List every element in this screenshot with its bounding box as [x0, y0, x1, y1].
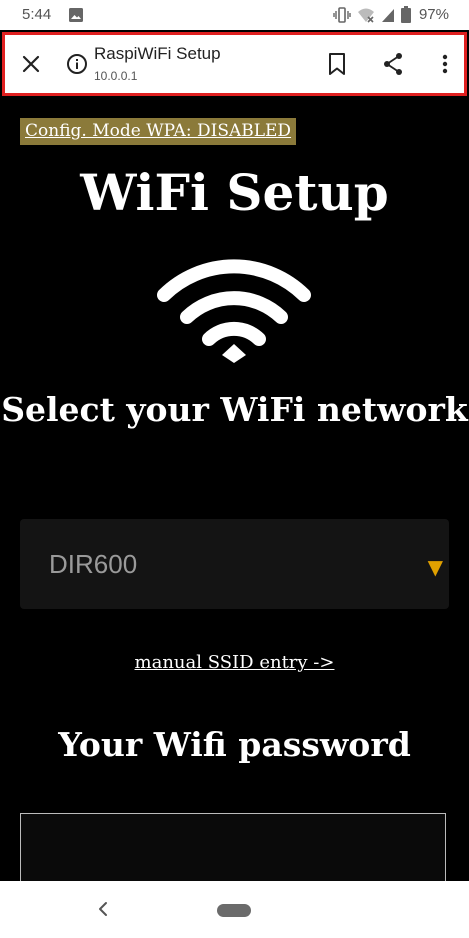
- url-label: 10.0.0.1: [94, 69, 138, 83]
- close-icon[interactable]: [19, 52, 43, 76]
- bookmark-icon[interactable]: [325, 51, 349, 77]
- status-icons: 97%: [333, 6, 449, 23]
- network-select[interactable]: DIR600 ▼: [20, 519, 449, 609]
- screen: 5:44 97% RaspiWiFi Setup 10.0.0.1 Config…: [0, 0, 469, 938]
- password-heading: Your Wifi password: [58, 725, 411, 764]
- vibrate-icon: [333, 6, 351, 23]
- more-vert-icon[interactable]: [433, 51, 457, 77]
- signal-icon: [381, 8, 394, 22]
- share-icon[interactable]: [381, 51, 405, 77]
- select-network-heading: Select your WiFi network: [1, 390, 468, 429]
- home-pill-icon[interactable]: [217, 904, 251, 917]
- status-time: 5:44: [22, 6, 52, 23]
- wifi-off-icon: [357, 8, 374, 23]
- status-bar: 5:44 97%: [0, 0, 469, 30]
- navigation-bar: [0, 881, 469, 938]
- browser-toolbar: RaspiWiFi Setup 10.0.0.1: [2, 32, 467, 96]
- battery-percent: 97%: [418, 6, 449, 23]
- page-title-label: RaspiWiFi Setup: [94, 44, 221, 63]
- photo-icon: [69, 8, 83, 22]
- dropdown-arrow-icon: ▼: [427, 555, 443, 579]
- back-icon[interactable]: [95, 899, 113, 919]
- battery-icon: [400, 6, 411, 23]
- manual-ssid-link[interactable]: manual SSID entry ->: [0, 652, 469, 673]
- info-icon[interactable]: [66, 53, 88, 75]
- wifi-icon: [157, 259, 311, 363]
- page-heading: WiFi Setup: [80, 163, 389, 222]
- selected-network: DIR600: [49, 549, 138, 579]
- config-mode-link[interactable]: Config. Mode WPA: DISABLED: [20, 118, 297, 145]
